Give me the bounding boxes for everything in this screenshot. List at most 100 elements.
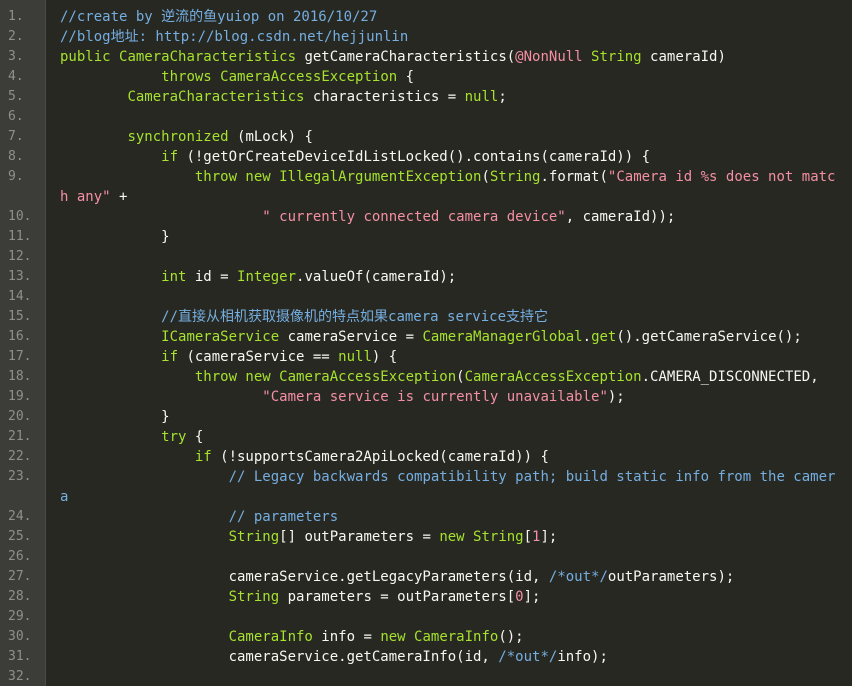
code-line: }: [60, 227, 169, 247]
code-token: if: [194, 449, 212, 465]
code-line: a: [60, 487, 68, 507]
code-token: "Camera service is currently unavailable…: [262, 389, 608, 405]
code-line: String[] outParameters = new String[1];: [60, 527, 558, 547]
code-line: String parameters = outParameters[0];: [60, 587, 541, 607]
code-line: throw new IllegalArgumentException(Strin…: [60, 167, 836, 187]
code-token: "Camera id %s does not matc: [607, 169, 836, 185]
code-token: public: [60, 49, 120, 65]
code-line: synchronized (mLock) {: [60, 127, 313, 147]
code-token: (mLock) {: [228, 129, 313, 145]
code-token: ;: [498, 89, 507, 105]
code-token: /*out*/: [548, 569, 608, 585]
code-token: (!getOrCreateDeviceIdListLocked().contai…: [178, 149, 651, 165]
code-token: String: [473, 529, 524, 545]
line-number: 4.: [8, 69, 24, 84]
code-line: try {: [60, 427, 203, 447]
code-token: a: [60, 489, 69, 505]
line-number: 13.: [8, 269, 32, 284]
code-token: String: [489, 169, 541, 185]
code-token: " currently connected camera device": [262, 209, 566, 225]
code-token: info);: [557, 649, 608, 665]
code-token: CameraAccessException: [220, 69, 398, 85]
code-line: ICameraService cameraService = CameraMan…: [60, 327, 802, 347]
code-token: new: [380, 629, 415, 645]
code-token: id =: [186, 269, 238, 285]
code-token: .valueOf(cameraId);: [296, 269, 457, 285]
code-token: CameraInfo: [228, 629, 313, 645]
line-number: 31.: [8, 649, 32, 664]
line-number: 22.: [8, 449, 32, 464]
line-number: 9.: [8, 169, 24, 184]
line-number: 32.: [8, 669, 32, 684]
code-token: ().getCameraService();: [616, 329, 802, 345]
code-token: characteristics =: [304, 89, 465, 105]
code-token: +: [110, 189, 128, 205]
code-line: "Camera service is currently unavailable…: [60, 387, 624, 407]
code-token: (: [481, 169, 490, 185]
code-line: CameraInfo info = new CameraInfo();: [60, 627, 524, 647]
line-number: 15.: [8, 309, 32, 324]
code-token: CameraAccessException: [464, 369, 642, 385]
code-token: String: [228, 589, 280, 605]
code-token: (cameraService ==: [178, 349, 339, 365]
code-line: cameraService.getCameraInfo(id, /*out*/i…: [60, 647, 608, 667]
code-line: }: [60, 407, 169, 427]
code-token: info =: [312, 629, 381, 645]
code-token: try: [161, 429, 187, 445]
line-number: 18.: [8, 369, 32, 384]
code-token: @NonNull: [515, 49, 583, 65]
line-number: 25.: [8, 529, 32, 544]
code-token: ();: [498, 629, 524, 645]
code-token: throws: [161, 69, 221, 85]
code-token: (!supportsCamera2ApiLocked(cameraId)) {: [211, 449, 549, 465]
line-number: 29.: [8, 609, 32, 624]
code-line: throw new CameraAccessException(CameraAc…: [60, 367, 819, 387]
code-token: 0: [515, 589, 524, 605]
code-token: .CAMERA_DISCONNECTED,: [641, 369, 819, 385]
code-token: //blog地址: http://blog.csdn.net/hejjunlin: [60, 29, 409, 45]
code-token: [] outParameters =: [279, 529, 440, 545]
code-token: throw new: [194, 369, 280, 385]
code-line: h any" +: [60, 187, 127, 207]
line-number: 2.: [8, 29, 24, 44]
code-token: String: [228, 529, 280, 545]
code-token: cameraId): [641, 49, 726, 65]
code-token: null: [464, 89, 499, 105]
code-line: public CameraCharacteristics getCameraCh…: [60, 47, 726, 67]
code-token: new: [439, 529, 474, 545]
code-line: //create by 逆流的鱼yuiop on 2016/10/27: [60, 7, 377, 27]
code-line: cameraService.getLegacyParameters(id, /*…: [60, 567, 735, 587]
line-number: 3.: [8, 49, 24, 64]
code-token: CameraCharacteristics: [127, 89, 305, 105]
code-token: Integer: [237, 269, 297, 285]
code-line: // Legacy backwards compatibility path; …: [60, 467, 836, 487]
line-number: 16.: [8, 329, 32, 344]
code-line: //直接从相机获取摄像机的特点如果camera service支持它: [60, 307, 548, 327]
code-token: throw new: [194, 169, 280, 185]
code-token: {: [186, 429, 204, 445]
code-line: if (!supportsCamera2ApiLocked(cameraId))…: [60, 447, 549, 467]
code-token: null: [338, 349, 372, 365]
line-number: 17.: [8, 349, 32, 364]
code-line: int id = Integer.valueOf(cameraId);: [60, 267, 456, 287]
line-number: 12.: [8, 249, 32, 264]
code-token: .format(: [540, 169, 608, 185]
code-token: CameraAccessException: [279, 369, 457, 385]
code-token: String: [582, 49, 642, 65]
code-token: if: [161, 349, 179, 365]
line-number-gutter: 1. 2. 3. 4. 5. 6. 7. 8. 9. 10. 11. 12. 13. 14. 15. 16. 1…: [0, 0, 46, 686]
